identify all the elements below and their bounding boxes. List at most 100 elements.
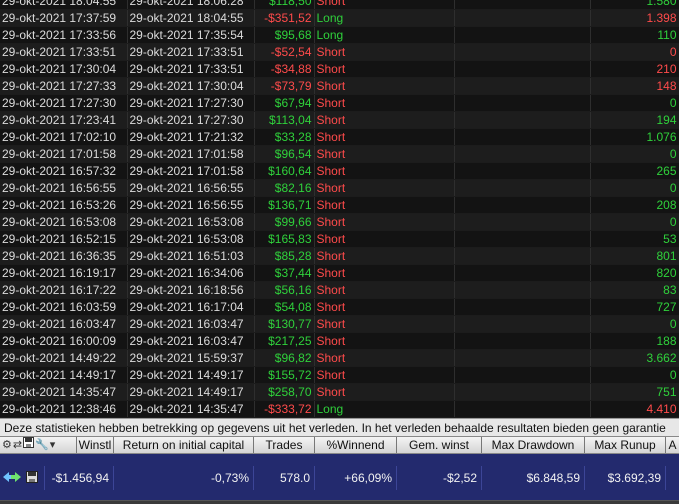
table-row[interactable]: 29-okt-2021 17:33:56 29-okt-2021 17:35:54…: [0, 26, 679, 44]
side-cell: Long: [314, 9, 455, 27]
empty-cell: [454, 26, 591, 44]
header-gem-winst[interactable]: Gem. winst: [396, 437, 481, 453]
side-cell: Short: [314, 332, 455, 350]
table-row[interactable]: 29-okt-2021 17:27:33 29-okt-2021 17:30:04…: [0, 77, 679, 95]
exit-time-cell: 29-okt-2021 14:35:47: [127, 400, 255, 418]
table-row[interactable]: 29-okt-2021 16:53:26 29-okt-2021 16:56:55…: [0, 196, 679, 214]
entry-time-cell: 29-okt-2021 16:53:08: [0, 213, 128, 231]
profit-cell: $113,04: [254, 111, 315, 129]
table-row[interactable]: 29-okt-2021 17:37:59 29-okt-2021 18:04:55…: [0, 9, 679, 27]
profit-cell: $95,68: [254, 26, 315, 44]
empty-cell: [454, 179, 591, 197]
table-row[interactable]: 29-okt-2021 12:38:46 29-okt-2021 14:35:47…: [0, 400, 679, 418]
table-row[interactable]: 29-okt-2021 16:03:59 29-okt-2021 16:17:04…: [0, 298, 679, 316]
exit-time-cell: 29-okt-2021 17:27:30: [127, 94, 255, 112]
table-row[interactable]: 29-okt-2021 16:36:35 29-okt-2021 16:51:03…: [0, 247, 679, 265]
side-cell: Short: [314, 60, 455, 78]
table-row[interactable]: 29-okt-2021 17:01:58 29-okt-2021 17:01:58…: [0, 145, 679, 163]
quantity-cell: 3.662: [590, 349, 679, 367]
profit-cell: -$333,72: [254, 400, 315, 418]
table-row[interactable]: 29-okt-2021 17:33:51 29-okt-2021 17:33:51…: [0, 43, 679, 61]
quantity-cell: 194: [590, 111, 679, 129]
header-max-runup[interactable]: Max Runup: [584, 437, 665, 453]
table-row[interactable]: 29-okt-2021 17:27:30 29-okt-2021 17:27:30…: [0, 94, 679, 112]
table-row[interactable]: 29-okt-2021 16:19:17 29-okt-2021 16:34:06…: [0, 264, 679, 282]
quantity-cell: 0: [590, 94, 679, 112]
side-cell: Long: [314, 400, 455, 418]
table-row[interactable]: 29-okt-2021 16:03:47 29-okt-2021 16:03:47…: [0, 315, 679, 333]
quantity-cell: 148: [590, 77, 679, 95]
header-trades[interactable]: Trades: [253, 437, 314, 453]
side-cell: Short: [314, 0, 455, 10]
entry-time-cell: 29-okt-2021 16:03:47: [0, 315, 128, 333]
save-icon[interactable]: [23, 437, 35, 453]
quantity-cell: 0: [590, 145, 679, 163]
exit-time-cell: 29-okt-2021 16:51:03: [127, 247, 255, 265]
table-row[interactable]: 29-okt-2021 16:53:08 29-okt-2021 16:53:08…: [0, 213, 679, 231]
swap-icon[interactable]: ⇄: [13, 437, 22, 453]
value-winnend: +66,09%: [314, 466, 396, 490]
profit-cell: $118,50: [254, 0, 315, 10]
entry-time-cell: 29-okt-2021 16:19:17: [0, 264, 128, 282]
table-row[interactable]: 29-okt-2021 16:00:09 29-okt-2021 16:03:47…: [0, 332, 679, 350]
quantity-cell: 83: [590, 281, 679, 299]
side-cell: Short: [314, 77, 455, 95]
table-row[interactable]: 29-okt-2021 18:04:55 29-okt-2021 18:06:28…: [0, 0, 679, 10]
header-winnend[interactable]: %Winnend: [314, 437, 396, 453]
profit-cell: $37,44: [254, 264, 315, 282]
exit-time-cell: 29-okt-2021 14:49:17: [127, 366, 255, 384]
gear-icon[interactable]: ⚙: [2, 437, 12, 453]
side-cell: Short: [314, 128, 455, 146]
side-cell: Short: [314, 43, 455, 61]
quantity-cell: 820: [590, 264, 679, 282]
quantity-cell: 727: [590, 298, 679, 316]
value-return: -0,73%: [113, 466, 253, 490]
header-return[interactable]: Return on initial capital: [113, 437, 253, 453]
trades-table: 29-okt-2021 18:04:55 29-okt-2021 18:06:28…: [0, 0, 679, 418]
entry-time-cell: 29-okt-2021 17:27:30: [0, 94, 128, 112]
empty-cell: [454, 264, 591, 282]
table-row[interactable]: 29-okt-2021 16:56:55 29-okt-2021 16:56:55…: [0, 179, 679, 197]
header-max-drawdown[interactable]: Max Drawdown: [481, 437, 584, 453]
entry-time-cell: 29-okt-2021 16:52:15: [0, 230, 128, 248]
entry-time-cell: 29-okt-2021 16:00:09: [0, 332, 128, 350]
dropdown-icon[interactable]: ▾: [50, 437, 56, 453]
value-winstl: -$1.456,94: [44, 466, 113, 490]
profit-cell: -$34,88: [254, 60, 315, 78]
empty-cell: [454, 400, 591, 418]
header-winstl[interactable]: Winstl: [76, 437, 113, 453]
summary-values: -$1.456,94 -0,73% 578.0 +66,09% -$2,52 $…: [0, 466, 679, 490]
empty-cell: [454, 298, 591, 316]
profit-cell: $85,28: [254, 247, 315, 265]
side-cell: Long: [314, 26, 455, 44]
empty-cell: [454, 366, 591, 384]
table-row[interactable]: 29-okt-2021 16:52:15 29-okt-2021 16:53:08…: [0, 230, 679, 248]
exit-time-cell: 29-okt-2021 16:34:06: [127, 264, 255, 282]
entry-time-cell: 29-okt-2021 12:38:46: [0, 400, 128, 418]
table-row[interactable]: 29-okt-2021 17:02:10 29-okt-2021 17:21:32…: [0, 128, 679, 146]
entry-time-cell: 29-okt-2021 17:01:58: [0, 145, 128, 163]
header-a[interactable]: A: [665, 437, 679, 453]
table-row[interactable]: 29-okt-2021 17:23:41 29-okt-2021 17:27:30…: [0, 111, 679, 129]
profit-cell: -$52,54: [254, 43, 315, 61]
profit-cell: $33,28: [254, 128, 315, 146]
table-row[interactable]: 29-okt-2021 14:49:17 29-okt-2021 14:49:17…: [0, 366, 679, 384]
entry-time-cell: 29-okt-2021 16:57:32: [0, 162, 128, 180]
exit-time-cell: 29-okt-2021 16:56:55: [127, 179, 255, 197]
table-row[interactable]: 29-okt-2021 14:49:22 29-okt-2021 15:59:37…: [0, 349, 679, 367]
empty-cell: [454, 383, 591, 401]
profit-cell: $217,25: [254, 332, 315, 350]
entry-time-cell: 29-okt-2021 17:33:56: [0, 26, 128, 44]
table-row[interactable]: 29-okt-2021 14:35:47 29-okt-2021 14:49:17…: [0, 383, 679, 401]
empty-cell: [454, 332, 591, 350]
empty-cell: [454, 162, 591, 180]
table-row[interactable]: 29-okt-2021 16:57:32 29-okt-2021 17:01:58…: [0, 162, 679, 180]
entry-time-cell: 29-okt-2021 14:35:47: [0, 383, 128, 401]
empty-cell: [454, 60, 591, 78]
table-row[interactable]: 29-okt-2021 16:17:22 29-okt-2021 16:18:56…: [0, 281, 679, 299]
table-row[interactable]: 29-okt-2021 17:30:04 29-okt-2021 17:33:51…: [0, 60, 679, 78]
wrench-icon[interactable]: 🔧: [35, 437, 49, 453]
quantity-cell: 0: [590, 43, 679, 61]
entry-time-cell: 29-okt-2021 17:33:51: [0, 43, 128, 61]
quantity-cell: 265: [590, 162, 679, 180]
